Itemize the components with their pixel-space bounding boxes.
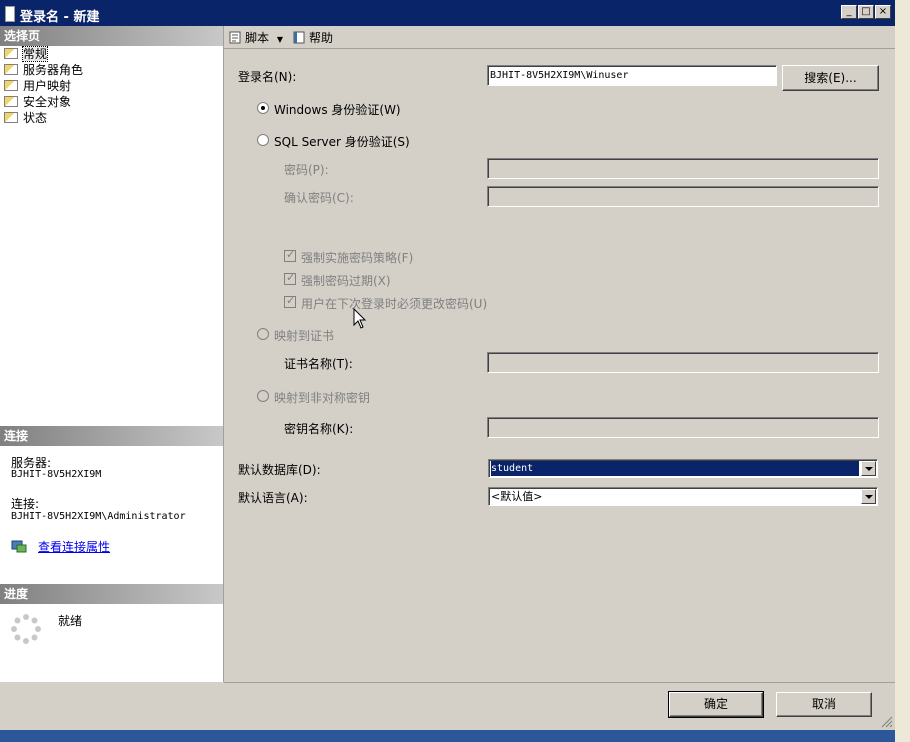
default-database-label: 默认数据库(D): bbox=[238, 463, 321, 477]
chevron-down-icon: ▼ bbox=[276, 35, 283, 44]
help-label: 帮助 bbox=[309, 31, 334, 45]
window-icon bbox=[5, 6, 15, 22]
confirm-password-label: 确认密码(C): bbox=[284, 191, 354, 205]
taskbar-edge bbox=[0, 730, 895, 742]
windows-auth-label[interactable]: Windows 身份验证(W) bbox=[274, 101, 401, 118]
enforce-policy-label: 强制实施密码策略(F) bbox=[301, 251, 414, 265]
progress-header: 进度 bbox=[0, 584, 223, 604]
password-label: 密码(P): bbox=[284, 163, 329, 177]
resize-grip-icon[interactable] bbox=[879, 714, 893, 728]
script-icon bbox=[228, 31, 242, 44]
map-asym-key-radio[interactable] bbox=[257, 390, 269, 402]
page-item-label: 服务器角色 bbox=[23, 63, 84, 77]
search-button[interactable]: 搜索(E)... bbox=[782, 65, 879, 91]
enforce-expiration-checkbox[interactable] bbox=[284, 271, 296, 285]
page-icon bbox=[4, 64, 18, 75]
title-bar[interactable]: 登录名 - 新建 _ □ × bbox=[0, 0, 895, 26]
chevron-down-icon[interactable] bbox=[861, 489, 876, 504]
key-name-field[interactable] bbox=[487, 417, 879, 438]
connection-label: 连接: bbox=[11, 497, 40, 511]
default-database-select[interactable]: student bbox=[488, 459, 878, 478]
password-field[interactable] bbox=[487, 158, 879, 179]
progress-spinner-icon bbox=[10, 613, 42, 645]
default-database-value: student bbox=[491, 461, 859, 476]
cert-name-field[interactable] bbox=[487, 352, 879, 373]
page-item-general[interactable]: 常规 bbox=[4, 46, 49, 62]
window-title: 登录名 - 新建 bbox=[20, 10, 100, 25]
map-cert-label: 映射到证书 bbox=[274, 329, 335, 343]
map-cert-radio[interactable] bbox=[257, 328, 269, 340]
must-change-password-checkbox[interactable] bbox=[284, 294, 296, 308]
sql-auth-radio[interactable] bbox=[257, 134, 269, 146]
desktop-background bbox=[895, 0, 910, 742]
must-change-password-label: 用户在下次登录时必须更改密码(U) bbox=[301, 297, 488, 311]
cert-name-label: 证书名称(T): bbox=[284, 357, 353, 371]
mouse-cursor-icon bbox=[353, 307, 367, 330]
footer-divider bbox=[224, 682, 895, 683]
page-item-server-roles[interactable]: 服务器角色 bbox=[4, 62, 83, 78]
connection-value: BJHIT-8V5H2XI9M\Administrator bbox=[11, 511, 186, 522]
chevron-down-icon[interactable] bbox=[861, 461, 876, 476]
cancel-button[interactable]: 取消 bbox=[776, 692, 872, 717]
maximize-button[interactable]: □ bbox=[858, 5, 874, 19]
enforce-policy-checkbox[interactable] bbox=[284, 248, 296, 262]
connection-properties-icon bbox=[11, 539, 27, 553]
windows-auth-radio[interactable] bbox=[257, 102, 269, 114]
page-item-label: 用户映射 bbox=[23, 79, 72, 93]
default-language-select[interactable]: <默认值> bbox=[488, 487, 878, 506]
page-item-securables[interactable]: 安全对象 bbox=[4, 94, 71, 110]
page-item-label: 常规 bbox=[21, 46, 49, 62]
enforce-expiration-label: 强制密码过期(X) bbox=[301, 274, 391, 288]
map-asym-key-label: 映射到非对称密钥 bbox=[274, 391, 371, 405]
help-button[interactable]: 帮助 bbox=[292, 29, 333, 46]
login-name-label: 登录名(N): bbox=[238, 70, 297, 84]
key-name-label: 密钥名称(K): bbox=[284, 422, 354, 436]
server-value: BJHIT-8V5H2XI9M bbox=[11, 469, 102, 480]
page-icon bbox=[4, 112, 18, 123]
default-language-value: <默认值> bbox=[491, 490, 543, 503]
page-icon bbox=[4, 48, 18, 59]
default-language-label: 默认语言(A): bbox=[238, 491, 308, 505]
script-label: 脚本 bbox=[245, 31, 270, 45]
login-name-input[interactable]: BJHIT-8V5H2XI9M\Winuser bbox=[487, 65, 777, 86]
page-item-user-mapping[interactable]: 用户映射 bbox=[4, 78, 71, 94]
progress-status: 就绪 bbox=[58, 614, 83, 628]
confirm-password-field[interactable] bbox=[487, 186, 879, 207]
page-icon bbox=[4, 80, 18, 91]
page-item-label: 安全对象 bbox=[23, 95, 72, 109]
minimize-button[interactable]: _ bbox=[841, 5, 857, 19]
connection-header: 连接 bbox=[0, 426, 223, 446]
select-page-header: 选择页 bbox=[0, 26, 223, 46]
page-icon bbox=[4, 96, 18, 107]
ok-button[interactable]: 确定 bbox=[668, 691, 764, 718]
script-button[interactable]: 脚本 ▼ bbox=[228, 29, 283, 46]
close-button[interactable]: × bbox=[875, 5, 891, 19]
left-panel: 选择页 常规 服务器角色 用户映射 安全对象 状态 连接 服务器: BJHIT-… bbox=[0, 26, 224, 682]
page-item-status[interactable]: 状态 bbox=[4, 110, 47, 126]
toolbar: 脚本 ▼ 帮助 bbox=[224, 26, 895, 49]
page-item-label: 状态 bbox=[23, 111, 48, 125]
help-icon bbox=[292, 31, 306, 44]
view-connection-properties-link[interactable]: 查看连接属性 bbox=[38, 538, 110, 555]
sql-auth-label[interactable]: SQL Server 身份验证(S) bbox=[274, 133, 410, 150]
